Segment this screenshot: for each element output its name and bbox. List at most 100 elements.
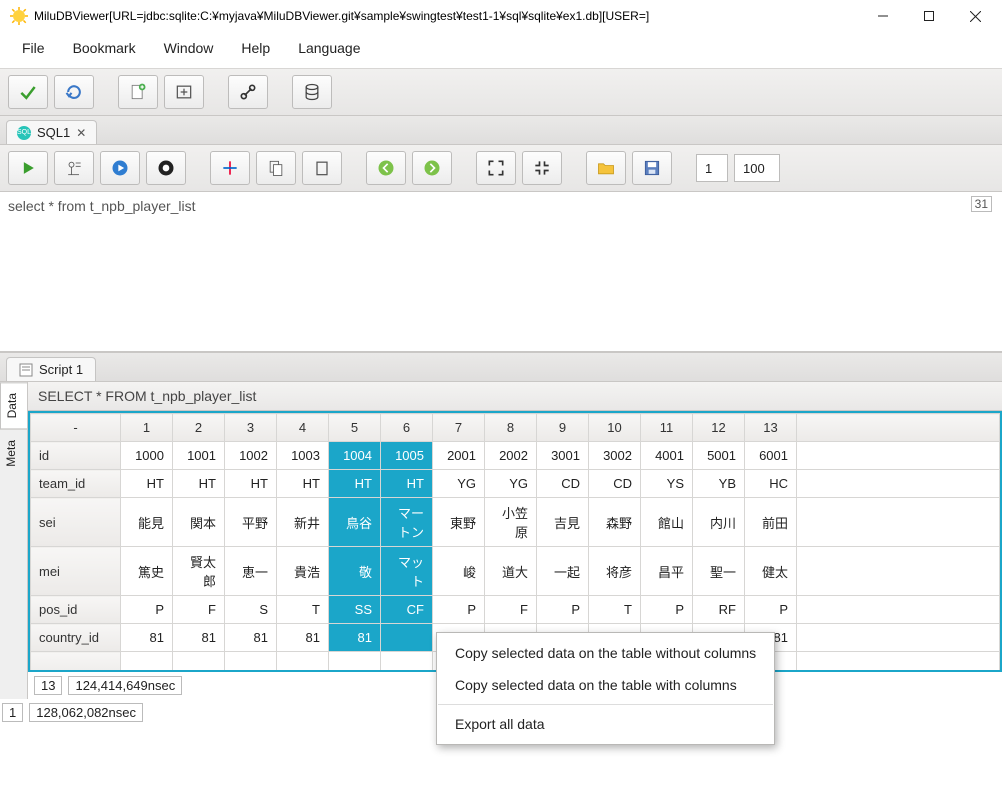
cell[interactable]: P	[121, 596, 173, 624]
database-button[interactable]	[292, 75, 332, 109]
cell[interactable]: 館山	[641, 498, 693, 547]
col-header[interactable]: 8	[485, 414, 537, 442]
close-icon[interactable]: ✕	[76, 126, 86, 140]
cell[interactable]: 鳥谷	[329, 498, 381, 547]
cell[interactable]: 1002	[225, 442, 277, 470]
cell[interactable]: P	[641, 596, 693, 624]
offset-input[interactable]: 1	[696, 154, 728, 182]
cell[interactable]: 81	[173, 624, 225, 652]
col-header[interactable]: 3	[225, 414, 277, 442]
cell[interactable]: 新井	[277, 498, 329, 547]
stop-button[interactable]	[146, 151, 186, 185]
expand-button[interactable]	[476, 151, 516, 185]
run-button[interactable]	[8, 151, 48, 185]
cell[interactable]: P	[537, 596, 589, 624]
cell[interactable]: 聖一	[693, 547, 745, 596]
prev-button[interactable]	[366, 151, 406, 185]
row-header[interactable]: mei	[31, 547, 121, 596]
cell[interactable]: 敬	[329, 547, 381, 596]
menu-window[interactable]: Window	[152, 36, 226, 60]
maximize-button[interactable]	[906, 0, 952, 32]
col-header[interactable]: 5	[329, 414, 381, 442]
cell[interactable]: 恵一	[225, 547, 277, 596]
cell[interactable]: 81	[329, 624, 381, 652]
cell[interactable]: 81	[277, 624, 329, 652]
col-header[interactable]: 1	[121, 414, 173, 442]
cell[interactable]: 一起	[537, 547, 589, 596]
cell[interactable]: CD	[589, 470, 641, 498]
menu-file[interactable]: File	[10, 36, 57, 60]
cell[interactable]: 健太	[745, 547, 797, 596]
collapse-button[interactable]	[522, 151, 562, 185]
col-header[interactable]: -	[31, 414, 121, 442]
col-header[interactable]: 13	[745, 414, 797, 442]
next-button[interactable]	[412, 151, 452, 185]
new-window-button[interactable]	[164, 75, 204, 109]
tab-sql1[interactable]: SQL SQL1 ✕	[6, 120, 97, 144]
cell[interactable]: マートン	[381, 498, 433, 547]
cell[interactable]: YB	[693, 470, 745, 498]
close-button[interactable]	[952, 0, 998, 32]
cell[interactable]: 3002	[589, 442, 641, 470]
cell[interactable]: マット	[381, 547, 433, 596]
col-header[interactable]: 9	[537, 414, 589, 442]
cell[interactable]: 4001	[641, 442, 693, 470]
cell[interactable]: 将彦	[589, 547, 641, 596]
cell[interactable]: F	[485, 596, 537, 624]
sidetab-meta[interactable]: Meta	[0, 429, 27, 477]
cell[interactable]: HT	[225, 470, 277, 498]
cell[interactable]: 6001	[745, 442, 797, 470]
cell[interactable]: 昌平	[641, 547, 693, 596]
cell[interactable]: HT	[277, 470, 329, 498]
cell[interactable]: YS	[641, 470, 693, 498]
cell[interactable]: T	[589, 596, 641, 624]
cell[interactable]: T	[277, 596, 329, 624]
cell[interactable]: 1004	[329, 442, 381, 470]
open-button[interactable]	[586, 151, 626, 185]
cell[interactable]: 2002	[485, 442, 537, 470]
row-header[interactable]: pos_id	[31, 596, 121, 624]
cell[interactable]: 平野	[225, 498, 277, 547]
ctx-copy-with-cols[interactable]: Copy selected data on the table with col…	[437, 669, 774, 701]
cell[interactable]: 1003	[277, 442, 329, 470]
sidetab-data[interactable]: Data	[0, 382, 27, 429]
save-button[interactable]	[632, 151, 672, 185]
cell[interactable]: 2001	[433, 442, 485, 470]
connection-button[interactable]	[228, 75, 268, 109]
cell[interactable]: HT	[381, 470, 433, 498]
cell[interactable]: 内川	[693, 498, 745, 547]
minimize-button[interactable]	[860, 0, 906, 32]
cell[interactable]: S	[225, 596, 277, 624]
col-header[interactable]: 4	[277, 414, 329, 442]
cell[interactable]: CF	[381, 596, 433, 624]
col-header[interactable]: 6	[381, 414, 433, 442]
row-header[interactable]: id	[31, 442, 121, 470]
new-file-button[interactable]	[118, 75, 158, 109]
cell[interactable]: 1001	[173, 442, 225, 470]
format-button[interactable]	[210, 151, 250, 185]
row-header[interactable]: country_id	[31, 624, 121, 652]
cell[interactable]: 小笠原	[485, 498, 537, 547]
cell[interactable]: 道大	[485, 547, 537, 596]
col-header[interactable]: 2	[173, 414, 225, 442]
cell[interactable]: HC	[745, 470, 797, 498]
cell[interactable]: 前田	[745, 498, 797, 547]
sql-editor[interactable]: select * from t_npb_player_list 31	[0, 192, 1002, 352]
cell[interactable]: 吉見	[537, 498, 589, 547]
cell[interactable]: 貴浩	[277, 547, 329, 596]
cell[interactable]: 5001	[693, 442, 745, 470]
cell[interactable]: SS	[329, 596, 381, 624]
ctx-copy-without-cols[interactable]: Copy selected data on the table without …	[437, 637, 774, 669]
cell[interactable]: 81	[225, 624, 277, 652]
row-header[interactable]: team_id	[31, 470, 121, 498]
menu-help[interactable]: Help	[229, 36, 282, 60]
cell[interactable]: 峻	[433, 547, 485, 596]
cell[interactable]: RF	[693, 596, 745, 624]
cell[interactable]: 1000	[121, 442, 173, 470]
col-header[interactable]: 7	[433, 414, 485, 442]
cell[interactable]: 森野	[589, 498, 641, 547]
run-all-button[interactable]	[100, 151, 140, 185]
commit-button[interactable]	[8, 75, 48, 109]
cell[interactable]: YG	[485, 470, 537, 498]
ctx-export[interactable]: Export all data	[437, 708, 774, 740]
